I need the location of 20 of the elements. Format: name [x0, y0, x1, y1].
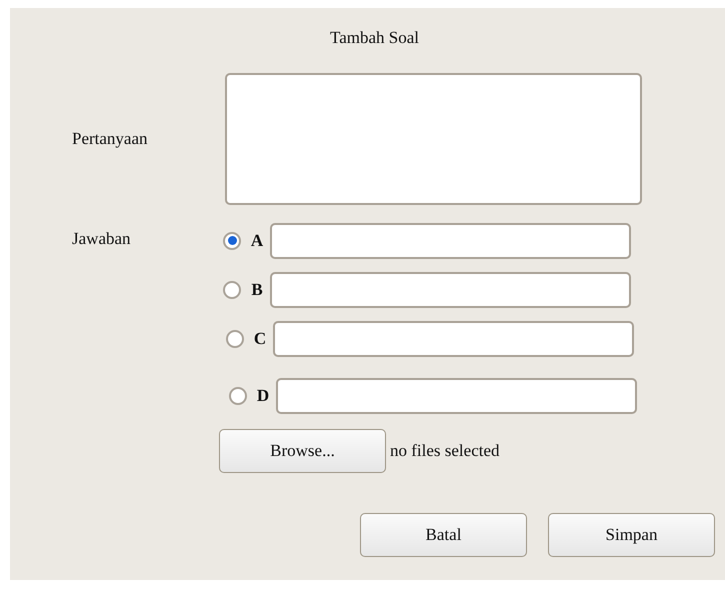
- answer-label: Jawaban: [71, 229, 132, 249]
- answer-field[interactable]: [270, 272, 631, 308]
- radio-button[interactable]: [226, 330, 244, 348]
- browse-button[interactable]: Browse...: [219, 429, 386, 473]
- question-label: Pertanyaan: [71, 129, 149, 149]
- answer-field[interactable]: [276, 378, 637, 414]
- answer-field[interactable]: [270, 222, 631, 258]
- option-letter: D: [256, 386, 270, 406]
- question-field[interactable]: [225, 73, 642, 205]
- option-letter: A: [250, 230, 264, 250]
- option-letter: B: [250, 280, 264, 300]
- answer-field[interactable]: [273, 320, 634, 356]
- radio-button[interactable]: [223, 280, 241, 298]
- radio-button[interactable]: [223, 232, 241, 250]
- option-letter: C: [252, 328, 268, 348]
- radio-button[interactable]: [229, 386, 247, 404]
- file-status: no files selected: [390, 441, 500, 461]
- form-title: Tambah Soal: [330, 28, 419, 48]
- save-button[interactable]: Simpan: [548, 513, 715, 557]
- cancel-button[interactable]: Batal: [360, 513, 527, 557]
